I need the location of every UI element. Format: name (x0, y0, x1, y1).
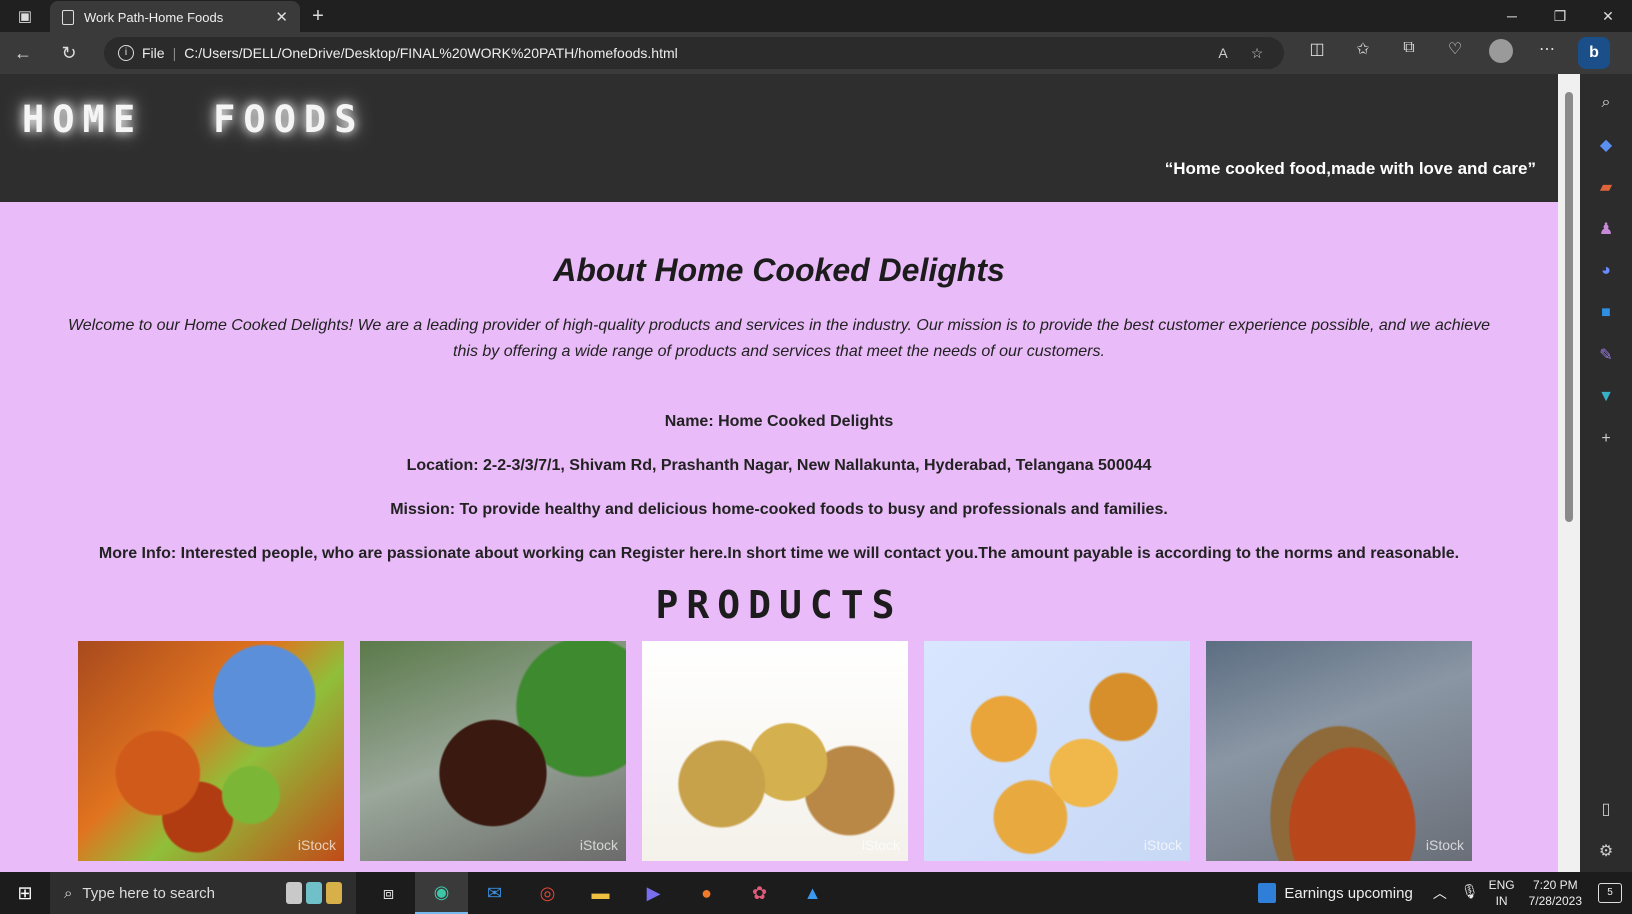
sidebar-games-icon[interactable]: ♟ (1591, 208, 1621, 250)
clock-time: 7:20 PM (1532, 878, 1578, 892)
back-icon[interactable]: ← (0, 43, 46, 64)
banana-chips-image: iStock (924, 641, 1190, 861)
photos-taskbar-icon[interactable]: ▲ (786, 872, 839, 914)
browser-toolbar: ◫ ✩ ⧉ ♡ ⋯ (1294, 38, 1570, 68)
split-screen-icon[interactable]: ◫ (1294, 39, 1340, 68)
edge-taskbar-icon[interactable]: ◉ (415, 872, 468, 914)
image-watermark: iStock (1425, 837, 1464, 853)
new-tab-button[interactable]: + (300, 5, 336, 28)
sidebar-designer-icon[interactable]: ✎ (1591, 334, 1621, 376)
task-view-icon[interactable]: ⧈ (362, 872, 415, 914)
url-scheme-label: File (142, 45, 165, 61)
windows-taskbar: ⊞ ⌕ Type here to search ⧈ ◉ ✉ ◎ ▬ ▶ ● ✿ … (0, 872, 1632, 914)
browser-titlebar: ▣ Work Path-Home Foods ✕ + ─ ❐ ✕ (0, 0, 1632, 33)
about-heading: About Home Cooked Delights (553, 252, 1005, 288)
read-aloud-icon[interactable]: A (1210, 45, 1236, 61)
news-widget[interactable]: Earnings upcoming (1258, 883, 1413, 903)
windows-start-icon[interactable]: ⊞ (0, 883, 50, 904)
news-icon (1258, 883, 1277, 903)
chevron-up-icon[interactable]: ︿ (1433, 883, 1447, 903)
search-highlight-icon (286, 882, 342, 904)
clock-date: 7/28/2023 (1528, 894, 1582, 908)
about-more-info: More Info: Interested people, who are pa… (98, 545, 1460, 562)
about-mission: Mission: To provide healthy and deliciou… (390, 501, 1168, 518)
taskbar-clock[interactable]: 7:20 PM 7/28/2023 (1529, 877, 1582, 909)
window-controls: ─ ❐ ✕ (1488, 0, 1632, 32)
tray-icons: ︿ 🎙 (1433, 883, 1479, 903)
edge-sidebar: ⌕ ◆ ▰ ♟ ◕ ■ ✎ ▼ + ▯ ⚙ (1580, 74, 1632, 872)
profile-avatar[interactable] (1478, 38, 1524, 68)
taskbar-apps: ⧈ ◉ ✉ ◎ ▬ ▶ ● ✿ ▲ (362, 872, 839, 914)
image-watermark: iStock (1143, 837, 1182, 853)
more-icon[interactable]: ⋯ (1524, 39, 1570, 68)
sidebar-add-icon[interactable]: + (1591, 418, 1621, 460)
bing-icon[interactable]: b (1578, 37, 1610, 69)
search-placeholder: Type here to search (82, 884, 215, 902)
halwa-dessert-image: iStock (1206, 641, 1472, 861)
sidebar-drop-icon[interactable]: ▼ (1591, 376, 1621, 418)
collections-icon[interactable]: ⧉ (1386, 39, 1432, 68)
tab-close-icon[interactable]: ✕ (275, 8, 288, 26)
image-watermark: iStock (297, 837, 336, 853)
browser-essentials-icon[interactable]: ♡ (1432, 39, 1478, 68)
document-icon (62, 9, 74, 25)
refresh-icon[interactable]: ↻ (46, 43, 92, 64)
sidebar-tools-icon[interactable]: ▰ (1591, 166, 1621, 208)
file-explorer-taskbar-icon[interactable]: ▬ (574, 872, 627, 914)
site-logo: HOME FOODS (22, 98, 365, 141)
address-bar-row: ← ↻ i File | C:/Users/DELL/OneDrive/Desk… (0, 32, 1632, 74)
browser-tab[interactable]: Work Path-Home Foods ✕ (50, 1, 300, 33)
language-indicator[interactable]: ENG IN (1489, 877, 1515, 909)
jar-pickle-image: iStock (360, 641, 626, 861)
sidebar-search-icon[interactable]: ⌕ (1591, 82, 1621, 124)
news-label: Earnings upcoming (1284, 884, 1413, 902)
firefox-taskbar-icon[interactable]: ● (680, 872, 733, 914)
image-watermark: iStock (861, 837, 900, 853)
microphone-icon[interactable]: 🎙 (1461, 883, 1479, 903)
url-field[interactable]: i File | C:/Users/DELL/OneDrive/Desktop/… (104, 37, 1284, 69)
region-code: IN (1495, 894, 1508, 908)
taskbar-search-box[interactable]: ⌕ Type here to search (50, 872, 356, 914)
url-separator: | (172, 45, 177, 61)
about-location: Location: 2-2-3/3/7/1, Shivam Rd, Prasha… (406, 457, 1152, 474)
scrollbar-thumb[interactable] (1565, 92, 1573, 522)
search-icon: ⌕ (64, 884, 73, 902)
info-icon[interactable]: i (118, 45, 134, 61)
chrome-taskbar-icon[interactable]: ◎ (521, 872, 574, 914)
language-code: ENG (1488, 878, 1515, 892)
minimize-button[interactable]: ─ (1488, 0, 1536, 32)
page-scrollbar[interactable] (1558, 74, 1580, 872)
products-gallery: iStock iStock iStock iStock iStock (0, 641, 1558, 861)
restore-button[interactable]: ❐ (1536, 0, 1584, 32)
url-text[interactable]: C:/Users/DELL/OneDrive/Desktop/FINAL%20W… (184, 45, 1202, 61)
about-section: About Home Cooked Delights Welcome to ou… (0, 202, 1558, 563)
favorite-star-icon[interactable]: ☆ (1244, 45, 1270, 62)
site-header: HOME FOODS “Home cooked food,made with lo… (0, 74, 1558, 202)
favorites-icon[interactable]: ✩ (1340, 39, 1386, 68)
media-player-taskbar-icon[interactable]: ▶ (627, 872, 680, 914)
namkeen-snacks-image: iStock (642, 641, 908, 861)
about-name: Name: Home Cooked Delights (664, 413, 894, 430)
logo-word-foods: FOODS (213, 98, 365, 141)
site-tagline: “Home cooked food,made with love and car… (1164, 159, 1536, 178)
mail-taskbar-icon[interactable]: ✉ (468, 872, 521, 914)
sidebar-shopping-icon[interactable]: ◆ (1591, 124, 1621, 166)
sidebar-panel-icon[interactable]: ▯ (1591, 788, 1621, 830)
tab-title: Work Path-Home Foods (84, 9, 224, 25)
image-watermark: iStock (579, 837, 618, 853)
logo-word-home: HOME (22, 98, 144, 141)
web-page: HOME FOODS “Home cooked food,made with lo… (0, 74, 1558, 872)
tab-actions-icon[interactable]: ▣ (0, 0, 50, 32)
paint-taskbar-icon[interactable]: ✿ (733, 872, 786, 914)
sidebar-outlook-icon[interactable]: ■ (1591, 292, 1621, 334)
close-window-button[interactable]: ✕ (1584, 0, 1632, 32)
notification-icon[interactable]: 5 (1598, 883, 1622, 903)
sidebar-settings-icon[interactable]: ⚙ (1591, 830, 1621, 872)
products-heading: PRODUCTS (655, 583, 903, 627)
sidebar-copilot-icon[interactable]: ◕ (1591, 250, 1621, 292)
mango-pickle-image: iStock (78, 641, 344, 861)
about-intro: Welcome to our Home Cooked Delights! We … (67, 317, 1491, 360)
system-tray: Earnings upcoming ︿ 🎙 ENG IN 7:20 PM 7/2… (1258, 872, 1632, 914)
